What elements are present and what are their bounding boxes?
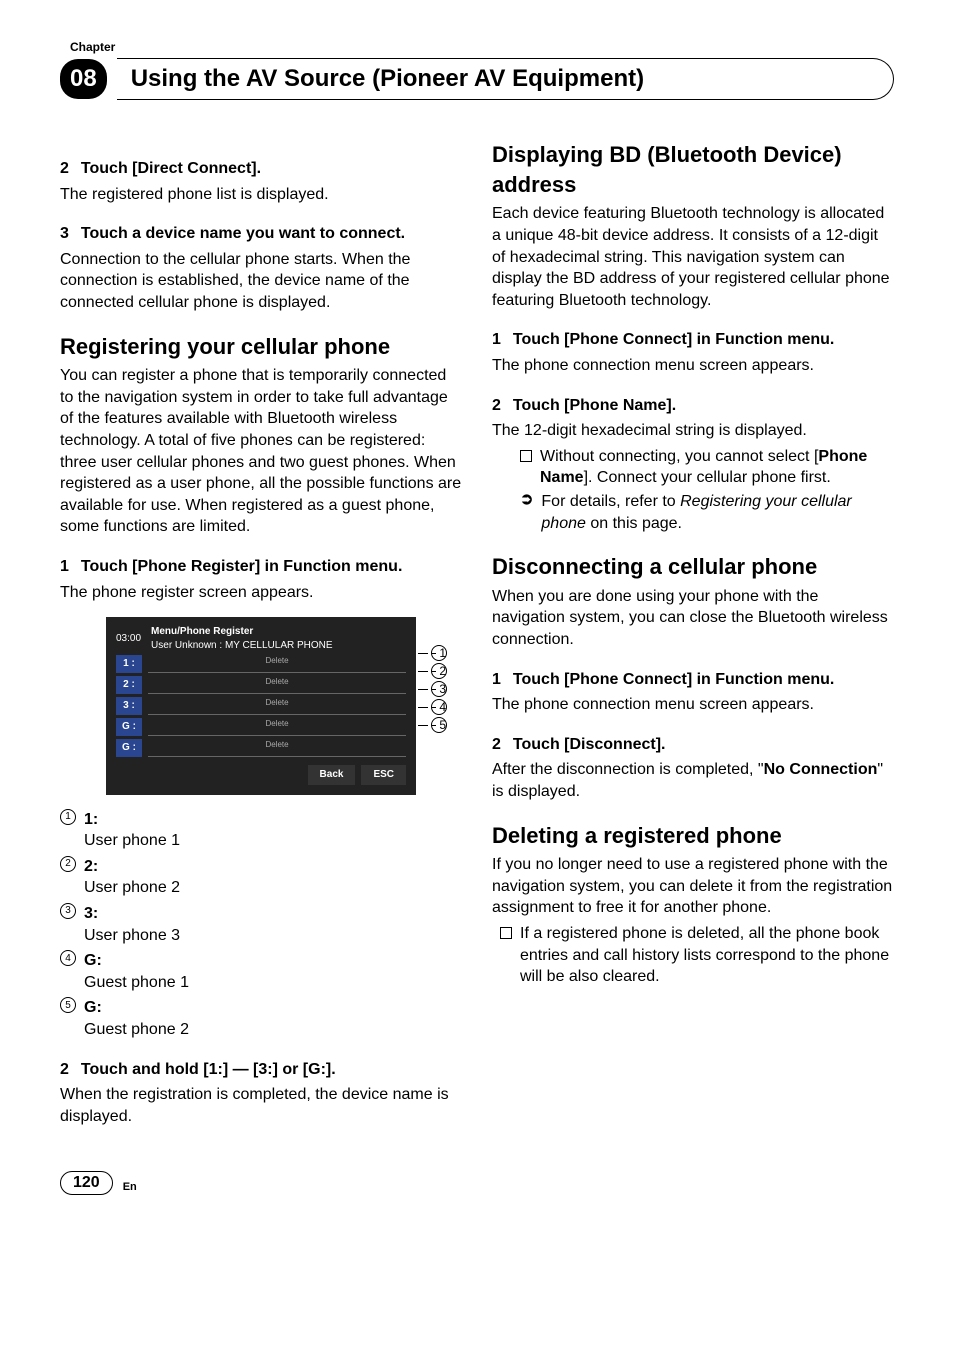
screen-menu-title: Menu/Phone Register xyxy=(151,625,333,639)
step-2-head: 2Touch [Direct Connect]. xyxy=(60,158,462,180)
callout-5: 5 xyxy=(431,717,447,733)
legend-2-label: 2: xyxy=(84,856,98,878)
bd-note-1: Without connecting, you cannot select [P… xyxy=(520,446,894,489)
callout-2: 2 xyxy=(431,663,447,679)
screen-row-2: 2 : xyxy=(116,676,142,694)
del-intro: If you no longer need to use a registere… xyxy=(492,854,894,919)
callout-4: 4 xyxy=(431,699,447,715)
bd-intro: Each device featuring Bluetooth technolo… xyxy=(492,203,894,311)
step-3-body: Connection to the cellular phone starts.… xyxy=(60,249,462,314)
right-column: Displaying BD (Bluetooth Device) address… xyxy=(492,140,894,1131)
square-bullet-icon xyxy=(500,927,512,939)
screen-row-3: 3 : xyxy=(116,697,142,715)
square-bullet-icon xyxy=(520,450,532,462)
legend-4-label: G: xyxy=(84,950,102,972)
screen-esc-button: ESC xyxy=(361,765,406,785)
callout-1: 1 xyxy=(431,645,447,661)
screen-user-line: User Unknown : MY CELLULAR PHONE xyxy=(151,639,333,653)
screen-row-g1: G : xyxy=(116,718,142,736)
legend-3-label: 3: xyxy=(84,903,98,925)
registering-intro: You can register a phone that is tempora… xyxy=(60,365,462,538)
reg-step-1-head: 1Touch [Phone Register] in Function menu… xyxy=(60,556,462,578)
arrow-right-icon: ➲ xyxy=(520,492,533,534)
legend-1-label: 1: xyxy=(84,809,98,831)
bd-step-1-head: 1Touch [Phone Connect] in Function menu. xyxy=(492,329,894,351)
section-bd-address: Displaying BD (Bluetooth Device) address xyxy=(492,140,894,199)
legend-1-body: User phone 1 xyxy=(84,830,462,852)
page-number: 120 xyxy=(60,1171,113,1195)
disc-step-2-head: 2Touch [Disconnect]. xyxy=(492,734,894,756)
reg-step-1-body: The phone register screen appears. xyxy=(60,582,462,604)
legend-4-body: Guest phone 1 xyxy=(84,972,462,994)
reg-step-2-head: 2Touch and hold [1:] — [3:] or [G:]. xyxy=(60,1059,462,1081)
disc-step-2-body: After the disconnection is completed, "N… xyxy=(492,759,894,802)
screenshot-callouts: 1 2 3 4 5 xyxy=(418,645,447,733)
disc-intro: When you are done using your phone with … xyxy=(492,586,894,651)
chapter-label: Chapter xyxy=(70,40,894,54)
section-disconnecting: Disconnecting a cellular phone xyxy=(492,552,894,582)
step-2-body: The registered phone list is displayed. xyxy=(60,184,462,206)
screen-row-g2: G : xyxy=(116,739,142,757)
section-deleting: Deleting a registered phone xyxy=(492,821,894,851)
screen-back-button: Back xyxy=(308,765,356,785)
legend-2-body: User phone 2 xyxy=(84,877,462,899)
screen-time: 03:00 xyxy=(116,632,141,646)
left-column: 2Touch [Direct Connect]. The registered … xyxy=(60,140,462,1131)
chapter-header: 08 Using the AV Source (Pioneer AV Equip… xyxy=(60,58,894,100)
bd-step-1-body: The phone connection menu screen appears… xyxy=(492,355,894,377)
screen-row-1: 1 : xyxy=(116,655,142,673)
del-note: If a registered phone is deleted, all th… xyxy=(500,923,894,988)
step-3-head: 3Touch a device name you want to connect… xyxy=(60,223,462,245)
chapter-title: Using the AV Source (Pioneer AV Equipmen… xyxy=(131,65,644,92)
legend-5-body: Guest phone 2 xyxy=(84,1019,462,1041)
legend-list: 11: User phone 1 22: User phone 2 33: Us… xyxy=(60,809,462,1041)
language-label: En xyxy=(123,1181,137,1193)
disc-step-1-body: The phone connection menu screen appears… xyxy=(492,694,894,716)
callout-3: 3 xyxy=(431,681,447,697)
disc-step-1-head: 1Touch [Phone Connect] in Function menu. xyxy=(492,669,894,691)
bd-step-2-body: The 12-digit hexadecimal string is displ… xyxy=(492,420,894,442)
legend-3-body: User phone 3 xyxy=(84,925,462,947)
reg-step-2-body: When the registration is completed, the … xyxy=(60,1084,462,1127)
chapter-number: 08 xyxy=(60,59,107,99)
legend-5-label: G: xyxy=(84,997,102,1019)
bd-step-2-head: 2Touch [Phone Name]. xyxy=(492,395,894,417)
phone-register-screenshot: 03:00 Menu/Phone Register User Unknown :… xyxy=(106,617,416,795)
bd-note-2: ➲ For details, refer to Registering your… xyxy=(520,491,894,534)
section-registering: Registering your cellular phone xyxy=(60,332,462,362)
